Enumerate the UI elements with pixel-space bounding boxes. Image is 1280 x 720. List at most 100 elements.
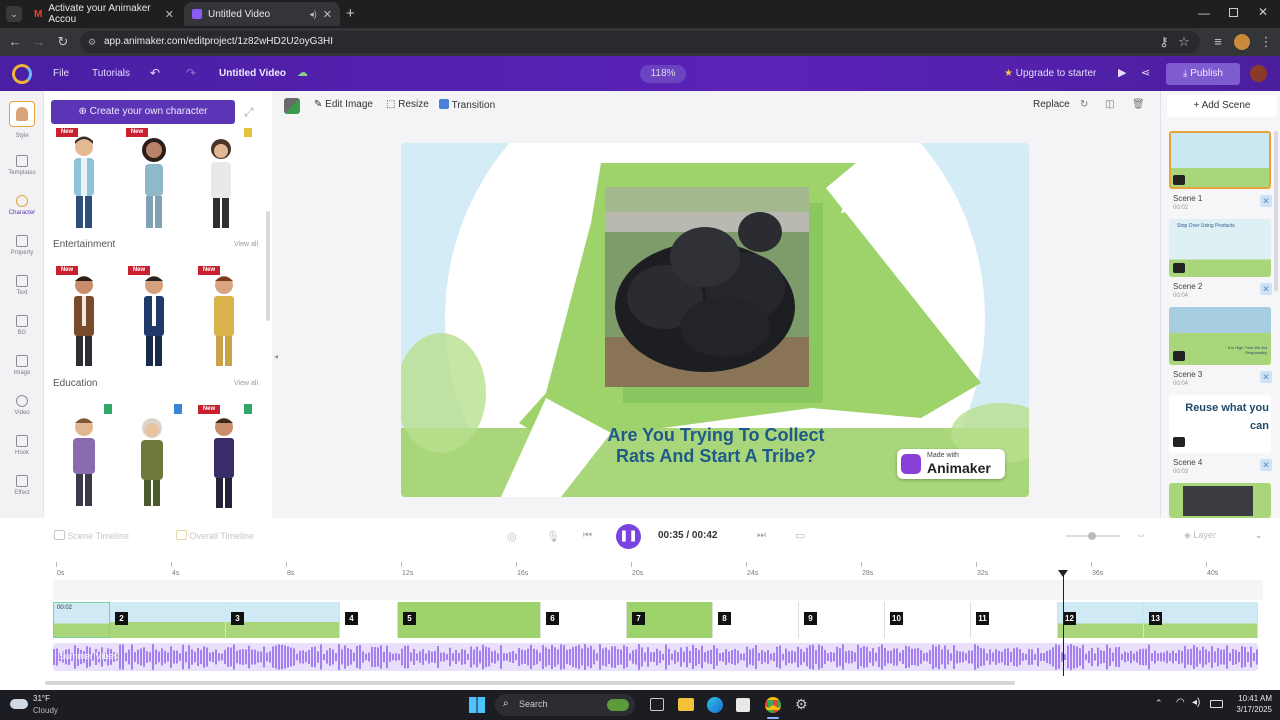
resize-button[interactable]: ⬚ Resize (386, 99, 429, 110)
character-thumb[interactable] (204, 416, 244, 511)
site-info-icon[interactable]: ⚙ (88, 31, 96, 53)
user-avatar[interactable] (1250, 65, 1267, 82)
password-key-icon[interactable]: ⚷ (1156, 34, 1172, 50)
rail-item-image[interactable]: Image (0, 355, 44, 376)
speaker-icon[interactable]: ◂) (309, 9, 317, 20)
collapse-timeline-icon[interactable]: ⌄ (1255, 530, 1263, 541)
app-icon[interactable] (736, 698, 750, 712)
timeline-scene-segment[interactable]: 9 (799, 602, 885, 638)
fit-timeline-icon[interactable]: ⇔ (1136, 530, 1146, 541)
file-explorer-icon[interactable] (678, 698, 694, 711)
headline-text[interactable]: Are You Trying To Collect Rats And Start… (561, 425, 871, 467)
skip-forward-icon[interactable]: ⏭ (757, 530, 766, 541)
create-character-button[interactable]: ⊕ Create your own character (51, 100, 235, 124)
character-thumb[interactable] (64, 274, 104, 369)
mic-icon[interactable]: 🎙 (546, 530, 560, 543)
url-field[interactable]: ⚙ app.animaker.com/editproject/1z82wHD2U… (80, 31, 1200, 53)
preview-play-icon[interactable]: ▶ (1118, 56, 1126, 91)
timeline-scene-segment[interactable]: 11 (971, 602, 1058, 638)
new-tab-icon[interactable]: + (346, 5, 355, 22)
close-window-icon[interactable]: ✕ (1258, 5, 1268, 19)
reload-icon[interactable]: ↻ (55, 34, 71, 50)
audio-track[interactable]: Summer Vibes (53, 643, 1258, 671)
scene-delete-icon[interactable]: ✕ (1260, 195, 1272, 207)
bookmark-star-icon[interactable]: ☆ (1176, 34, 1192, 50)
pause-button[interactable]: ❚❚ (616, 524, 641, 549)
timeline-scene-segment[interactable]: 4 (340, 602, 398, 638)
profile-avatar[interactable] (1234, 34, 1250, 50)
edit-image-button[interactable]: ✎ Edit Image (314, 99, 373, 110)
delete-icon[interactable]: 🗑 (1132, 99, 1145, 110)
publish-button[interactable]: ⤓ Publish (1166, 63, 1240, 85)
timeline-scene-segment[interactable]: 2 (110, 602, 226, 638)
timeline-scene-segment[interactable]: 13 (1144, 602, 1258, 638)
tray-chevron-icon[interactable]: ⌃ (1155, 698, 1163, 709)
rail-item-video[interactable]: Video (0, 395, 44, 416)
character-thumb[interactable] (204, 274, 244, 369)
project-title[interactable]: Untitled Video (219, 56, 286, 91)
horizontal-scrollbar[interactable] (45, 681, 1015, 685)
rail-item-templates[interactable]: Templates (0, 155, 44, 176)
character-thumb[interactable] (201, 136, 241, 231)
rail-item-hook[interactable]: Hook (0, 435, 44, 456)
close-tab-icon[interactable]: ✕ (165, 8, 174, 21)
scene-delete-icon[interactable]: ✕ (1260, 459, 1272, 471)
transition-button[interactable]: Transition (439, 99, 495, 111)
expand-panel-icon[interactable]: ⤢ (244, 105, 254, 120)
rail-label-style[interactable]: Style (0, 133, 44, 139)
timeline-scene-segment[interactable]: 3 (226, 602, 340, 638)
minimize-icon[interactable]: — (1198, 6, 1210, 20)
scene-delete-icon[interactable]: ✕ (1260, 283, 1272, 295)
collapse-panel-icon[interactable]: ◂ (274, 352, 278, 361)
camera-focus-icon[interactable]: ◎ (507, 530, 517, 543)
character-thumb[interactable] (132, 416, 172, 511)
windows-start-icon[interactable] (469, 697, 485, 713)
zoom-level[interactable]: 118% (640, 65, 686, 83)
animaker-logo-icon[interactable] (12, 64, 32, 84)
restore-icon[interactable] (1229, 8, 1238, 17)
garbage-bags-photo[interactable] (605, 187, 809, 387)
playhead-handle[interactable] (1058, 570, 1069, 577)
layer-toggle[interactable]: ◈ Layer (1184, 530, 1216, 541)
tutorials-menu[interactable]: Tutorials (92, 56, 130, 91)
wifi-icon[interactable]: ◠ (1176, 697, 1185, 708)
scene-thumb-5[interactable] (1169, 483, 1271, 518)
playhead[interactable] (1058, 570, 1069, 676)
close-tab-icon[interactable]: ✕ (323, 8, 332, 21)
tab-gmail[interactable]: M Activate your Animaker Accou ✕ (26, 2, 182, 26)
flip-icon[interactable]: ↻ (1080, 99, 1088, 110)
forward-icon[interactable]: → (31, 34, 47, 50)
taskbar-search[interactable]: ⌕ Search (495, 694, 635, 716)
timeline-scene-segment[interactable]: 6 (541, 602, 627, 638)
rail-item-property[interactable]: Property (0, 235, 44, 256)
rail-item-style[interactable] (9, 101, 35, 127)
rail-item-bg[interactable]: BG (0, 315, 44, 336)
scene-stage[interactable]: Are You Trying To Collect Rats And Start… (401, 143, 1029, 497)
scenes-scrollbar[interactable] (1274, 131, 1278, 291)
rail-item-effect[interactable]: Effect (0, 475, 44, 496)
share-icon[interactable]: ⋖ (1141, 56, 1150, 91)
character-thumb[interactable] (134, 274, 174, 369)
tab-search-icon[interactable]: ⌄ (6, 6, 22, 22)
overall-timeline-tab[interactable]: Overall Timeline (176, 530, 254, 541)
color-swatch-icon[interactable] (284, 98, 300, 114)
edge-icon[interactable] (707, 697, 723, 713)
camera-icon[interactable] (1173, 263, 1185, 273)
character-thumb[interactable] (134, 136, 174, 231)
scrollbar[interactable] (266, 211, 270, 321)
camera-icon[interactable] (1173, 351, 1185, 361)
task-view-icon[interactable] (650, 698, 664, 711)
replace-button[interactable]: Replace (1033, 99, 1070, 110)
timeline-scene-segment[interactable]: 8 (713, 602, 799, 638)
rail-item-text[interactable]: Text (0, 275, 44, 296)
battery-icon[interactable] (1210, 700, 1223, 708)
timeline-scene-segment[interactable]: 7 (627, 602, 713, 638)
camera-icon[interactable] (1173, 175, 1185, 185)
timeline-scene-segment[interactable]: 12 (1058, 602, 1144, 638)
browser-menu-icon[interactable]: ⋮ (1258, 34, 1274, 50)
back-icon[interactable]: ← (7, 34, 23, 50)
redo-icon[interactable]: ↷ (186, 56, 196, 91)
view-all-entertainment[interactable]: View all (234, 241, 258, 248)
timeline-scene-segment[interactable]: 10 (885, 602, 971, 638)
skip-back-icon[interactable]: ⏮ (583, 530, 592, 541)
